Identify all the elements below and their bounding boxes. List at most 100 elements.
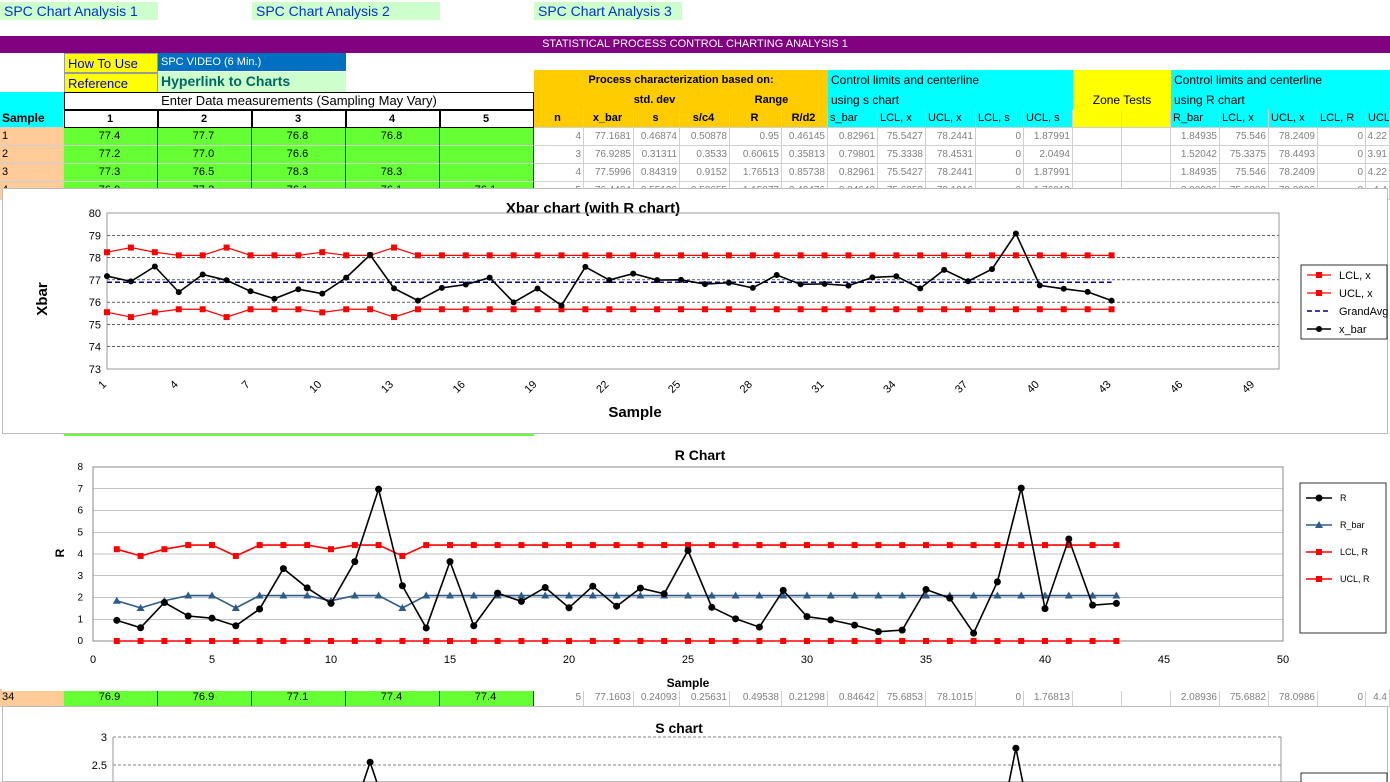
stat-cell[interactable]: 4: [534, 164, 584, 182]
s-cell[interactable]: 1.76813: [1024, 689, 1073, 707]
r-cell[interactable]: 3.91: [1366, 146, 1390, 164]
stat-cell[interactable]: 0.95: [730, 128, 782, 146]
stat-cell[interactable]: 77.1681: [584, 128, 634, 146]
data-cell[interactable]: 77.0: [158, 146, 252, 164]
tab-spc-chart-analysis-3[interactable]: SPC Chart Analysis 3: [534, 2, 682, 20]
data-cell[interactable]: 76.8: [346, 128, 440, 146]
data-cell[interactable]: 77.7: [158, 128, 252, 146]
tab-spc-chart-analysis-2[interactable]: SPC Chart Analysis 2: [252, 2, 440, 20]
zone-cell[interactable]: [1122, 128, 1171, 146]
s-cell[interactable]: 0.84642: [828, 689, 878, 707]
data-cell[interactable]: 76.6: [252, 146, 346, 164]
s-cell[interactable]: 78.2441: [926, 164, 976, 182]
s-cell[interactable]: 0: [976, 146, 1024, 164]
stat-cell[interactable]: 0.24093: [634, 689, 680, 707]
r-cell[interactable]: 1.84935: [1171, 128, 1220, 146]
r-cell[interactable]: 78.2409: [1269, 164, 1318, 182]
zone-cell[interactable]: [1073, 164, 1122, 182]
s-cell[interactable]: 2.0494: [1024, 146, 1073, 164]
r-cell[interactable]: 75.3375: [1220, 146, 1269, 164]
s-cell[interactable]: 78.1015: [926, 689, 976, 707]
data-cell[interactable]: 78.3: [346, 164, 440, 182]
zone-cell[interactable]: [1122, 689, 1171, 707]
stat-cell[interactable]: 0.35813: [782, 146, 828, 164]
data-cell[interactable]: 77.4: [440, 689, 534, 707]
stat-cell[interactable]: 0.60615: [730, 146, 782, 164]
r-cell[interactable]: 4.22: [1366, 128, 1390, 146]
s-cell[interactable]: 0: [976, 164, 1024, 182]
data-cell[interactable]: 77.2: [64, 146, 158, 164]
hyperlink-to-charts-button[interactable]: Hyperlink to Charts: [158, 72, 346, 93]
sample-cell[interactable]: 3: [0, 164, 64, 182]
stat-cell[interactable]: 1.76513: [730, 164, 782, 182]
r-cell[interactable]: 78.4493: [1269, 146, 1318, 164]
s-cell[interactable]: 78.2441: [926, 128, 976, 146]
r-cell[interactable]: 4.22: [1366, 164, 1390, 182]
xbar-chart[interactable]: Xbar chart (with R chart) 73 74 75 76 77 78 79 8…: [2, 188, 1388, 434]
stat-cell[interactable]: 0.85738: [782, 164, 828, 182]
r-cell[interactable]: 0: [1318, 146, 1366, 164]
r-cell[interactable]: 0: [1318, 689, 1366, 707]
zone-cell[interactable]: [1073, 146, 1122, 164]
stat-cell[interactable]: 0.25631: [680, 689, 730, 707]
r-cell[interactable]: 1.84935: [1171, 164, 1220, 182]
r-cell[interactable]: 0: [1318, 164, 1366, 182]
stat-cell[interactable]: 76.9285: [584, 146, 634, 164]
r-cell[interactable]: 4.4: [1366, 689, 1390, 707]
stat-cell[interactable]: 0.84319: [634, 164, 680, 182]
s-cell[interactable]: 1.87991: [1024, 164, 1073, 182]
tab-spc-chart-analysis-1[interactable]: SPC Chart Analysis 1: [0, 2, 158, 20]
data-cell[interactable]: 77.1: [252, 689, 346, 707]
s-cell[interactable]: 75.6853: [878, 689, 926, 707]
sample-cell[interactable]: 34: [0, 689, 64, 707]
data-cell[interactable]: 76.8: [252, 128, 346, 146]
stat-cell[interactable]: 0.50878: [680, 128, 730, 146]
data-cell[interactable]: 77.4: [64, 128, 158, 146]
r-cell[interactable]: 75.546: [1220, 164, 1269, 182]
stat-cell[interactable]: 77.1603: [584, 689, 634, 707]
data-cell[interactable]: [440, 146, 534, 164]
r-cell[interactable]: 0: [1318, 128, 1366, 146]
r-cell[interactable]: 75.546: [1220, 128, 1269, 146]
data-cell[interactable]: 77.3: [64, 164, 158, 182]
s-cell[interactable]: 75.5427: [878, 128, 926, 146]
stat-cell[interactable]: 4: [534, 128, 584, 146]
stat-cell[interactable]: 0.31311: [634, 146, 680, 164]
stat-cell[interactable]: 0.46145: [782, 128, 828, 146]
spc-video-button[interactable]: SPC VIDEO (6 Min.): [158, 53, 346, 71]
r-cell[interactable]: 2.08936: [1171, 689, 1220, 707]
r-cell[interactable]: 78.0986: [1269, 689, 1318, 707]
data-cell[interactable]: 76.9: [158, 689, 252, 707]
s-cell[interactable]: 1.87991: [1024, 128, 1073, 146]
data-cell[interactable]: [440, 128, 534, 146]
stat-cell[interactable]: 0.49538: [730, 689, 782, 707]
s-cell[interactable]: 0.79801: [828, 146, 878, 164]
zone-cell[interactable]: [1122, 164, 1171, 182]
sample-cell[interactable]: 2: [0, 146, 64, 164]
r-cell[interactable]: 78.2409: [1269, 128, 1318, 146]
data-cell[interactable]: [440, 164, 534, 182]
stat-cell[interactable]: 0.3533: [680, 146, 730, 164]
s-cell[interactable]: 0: [976, 689, 1024, 707]
zone-cell[interactable]: [1122, 146, 1171, 164]
data-cell[interactable]: 76.5: [158, 164, 252, 182]
r-cell[interactable]: 75.6882: [1220, 689, 1269, 707]
stat-cell[interactable]: 0.9152: [680, 164, 730, 182]
r-chart[interactable]: R Chart 0 1 2 3 4 5 6 7 8 0 5 10 15 20 25 30 35 40 45 50 Samp…: [2, 441, 1388, 691]
s-cell[interactable]: 75.5427: [878, 164, 926, 182]
reference-button[interactable]: Reference: [64, 73, 158, 93]
data-cell[interactable]: 78.3: [252, 164, 346, 182]
s-chart[interactable]: S chart 2.5 3: [2, 706, 1388, 782]
stat-cell[interactable]: 77.5996: [584, 164, 634, 182]
stat-cell[interactable]: 0.46874: [634, 128, 680, 146]
zone-cell[interactable]: [1073, 689, 1122, 707]
data-cell[interactable]: [346, 146, 440, 164]
s-cell[interactable]: 0.82961: [828, 128, 878, 146]
sample-cell[interactable]: 1: [0, 128, 64, 146]
zone-cell[interactable]: [1073, 128, 1122, 146]
data-cell[interactable]: 77.4: [346, 689, 440, 707]
stat-cell[interactable]: 3: [534, 146, 584, 164]
s-cell[interactable]: 0: [976, 128, 1024, 146]
stat-cell[interactable]: 0.21298: [782, 689, 828, 707]
data-cell[interactable]: 76.9: [64, 689, 158, 707]
